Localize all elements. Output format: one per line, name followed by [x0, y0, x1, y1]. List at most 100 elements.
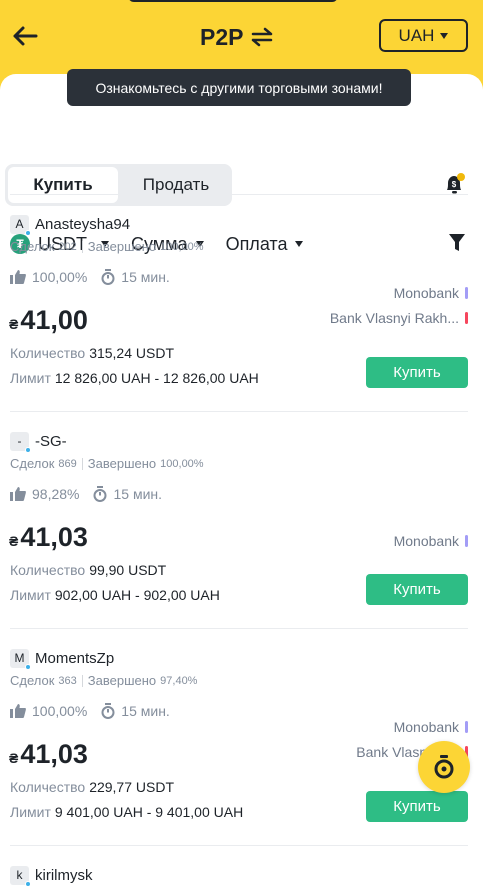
price-value: 41,00	[20, 305, 88, 335]
divider	[10, 628, 468, 629]
merchant-name: MomentsZp	[35, 649, 115, 667]
quantity-value: 229,77 USDT	[89, 779, 175, 795]
merchant-rating: 98,28% 15 мин.	[10, 486, 162, 502]
svg-text:$: $	[452, 180, 457, 189]
merchant-stats: Сделок 869 Завершено 100,00%	[10, 456, 204, 471]
positive-rate: 100,00%	[32, 703, 88, 719]
filter-funnel-icon[interactable]	[448, 233, 466, 258]
payment-time: 15 мин.	[113, 486, 163, 502]
caret-down-icon	[440, 32, 449, 39]
merchant-link[interactable]: A Anasteysha94	[10, 214, 131, 236]
offer-limit: Лимит 12 826,00 UAH - 12 826,00 UAH	[10, 370, 259, 386]
trades-count: 869	[58, 457, 77, 470]
merchant-link[interactable]: - -SG-	[10, 431, 67, 453]
timer-icon	[93, 486, 107, 502]
order-timer-icon	[434, 755, 454, 779]
merchant-name: kirilmysk	[35, 866, 93, 884]
thumbs-up-icon	[10, 270, 26, 284]
offer-quantity: Количество 315,24 USDT	[10, 345, 174, 361]
swap-arrows-icon	[252, 27, 273, 47]
thumbs-up-icon	[10, 487, 26, 501]
positive-rate: 100,00%	[32, 269, 88, 285]
payment-method-name: Bank Vlasnyi Rakh...	[329, 310, 459, 326]
payment-method: Bank Vlasnyi Rakh...	[330, 309, 468, 327]
avatar-initial: -	[17, 434, 22, 448]
merchant-stats: Сделок 202 Завершено 100,00%	[10, 239, 204, 254]
quantity-value: 315,24 USDT	[89, 345, 175, 361]
fiat-currency-select[interactable]: UAH	[379, 19, 468, 52]
payment-method-name: Monobank	[393, 533, 459, 549]
offer-price: ₴ 41,03	[9, 739, 88, 770]
positive-rate: 98,28%	[32, 486, 80, 502]
payment-color-bar	[465, 287, 468, 299]
offer-limit: Лимит 902,00 UAH - 902,00 UAH	[10, 587, 220, 603]
payment-filter[interactable]: Оплата	[226, 234, 304, 255]
trades-count: 363	[58, 674, 77, 687]
tab-buy[interactable]: Купить	[8, 167, 118, 203]
stat-separator	[81, 457, 83, 470]
header: P2P UAH	[0, 0, 483, 75]
avatar-initial: A	[15, 217, 24, 231]
completion-rate: 97,40%	[160, 674, 198, 687]
payment-time: 15 мин.	[121, 269, 170, 285]
currency-symbol: ₴	[9, 533, 19, 549]
limit-value: 9 401,00 UAH - 9 401,00 UAH	[54, 804, 244, 820]
limit-label: Лимит	[10, 804, 51, 820]
floating-order-button[interactable]	[418, 741, 470, 793]
verified-dot	[25, 446, 31, 453]
thumbs-up-icon	[10, 704, 26, 718]
currency-label: UAH	[398, 25, 435, 45]
trades-label: Сделок	[10, 456, 55, 471]
trades-count: 202	[58, 240, 77, 253]
payment-method: Monobank	[330, 284, 468, 302]
offer-limit: Лимит 9 401,00 UAH - 9 401,00 UAH	[10, 804, 243, 820]
buy-button[interactable]: Купить	[366, 357, 468, 388]
buy-button[interactable]: Купить	[366, 574, 468, 605]
back-button[interactable]	[10, 22, 40, 50]
verified-dot	[25, 229, 31, 236]
merchant-link[interactable]: k kirilmysk	[10, 865, 93, 887]
stat-separator	[81, 240, 83, 253]
offer-price: ₴ 41,00	[9, 305, 88, 336]
avatar-initial: k	[16, 868, 23, 882]
merchant-name: Anasteysha94	[35, 215, 131, 233]
timer-icon	[101, 703, 115, 719]
quantity-label: Количество	[10, 779, 86, 795]
main-sheet: Купить Продать $ ₮ USDT Сумма Оплата A A…	[0, 74, 483, 891]
payment-method-name: Monobank	[393, 719, 459, 735]
payment-methods: Monobank	[394, 532, 468, 557]
payment-method-name: Monobank	[393, 285, 459, 301]
completed-label: Завершено	[87, 239, 157, 254]
offer-price: ₴ 41,03	[9, 522, 88, 553]
trades-label: Сделок	[10, 673, 55, 688]
payment-color-bar	[465, 535, 468, 547]
timer-icon	[101, 269, 115, 285]
p2p-zone-switch[interactable]: P2P	[200, 22, 273, 52]
merchant-rating: 100,00% 15 мин.	[10, 703, 170, 719]
caret-down-icon	[295, 241, 304, 247]
trades-label: Сделок	[10, 239, 55, 254]
avatar: M	[10, 648, 31, 670]
payment-color-bar	[465, 312, 468, 324]
tab-sell[interactable]: Продать	[123, 167, 229, 203]
price-value: 41,03	[20, 739, 88, 769]
offer-quantity: Количество 229,77 USDT	[10, 779, 174, 795]
divider	[10, 194, 468, 195]
quantity-value: 99,90 USDT	[89, 562, 167, 578]
payment-method: Monobank	[356, 718, 468, 736]
avatar: A	[10, 214, 31, 236]
limit-value: 12 826,00 UAH - 12 826,00 UAH	[54, 370, 259, 386]
buy-sell-toggle: Купить Продать	[5, 164, 232, 206]
avatar-initial: M	[14, 651, 25, 665]
avatar: k	[10, 865, 31, 887]
avatar: -	[10, 431, 31, 453]
limit-value: 902,00 UAH - 902,00 UAH	[54, 587, 220, 603]
currency-symbol: ₴	[9, 316, 19, 332]
currency-symbol: ₴	[9, 750, 19, 766]
payment-methods: Monobank Bank Vlasnyi Rakh...	[330, 284, 468, 334]
completion-rate: 100,00%	[160, 240, 204, 253]
merchant-link[interactable]: M MomentsZp	[10, 648, 115, 670]
completed-label: Завершено	[87, 673, 157, 688]
limit-label: Лимит	[10, 370, 51, 386]
buy-button[interactable]: Купить	[366, 791, 468, 822]
